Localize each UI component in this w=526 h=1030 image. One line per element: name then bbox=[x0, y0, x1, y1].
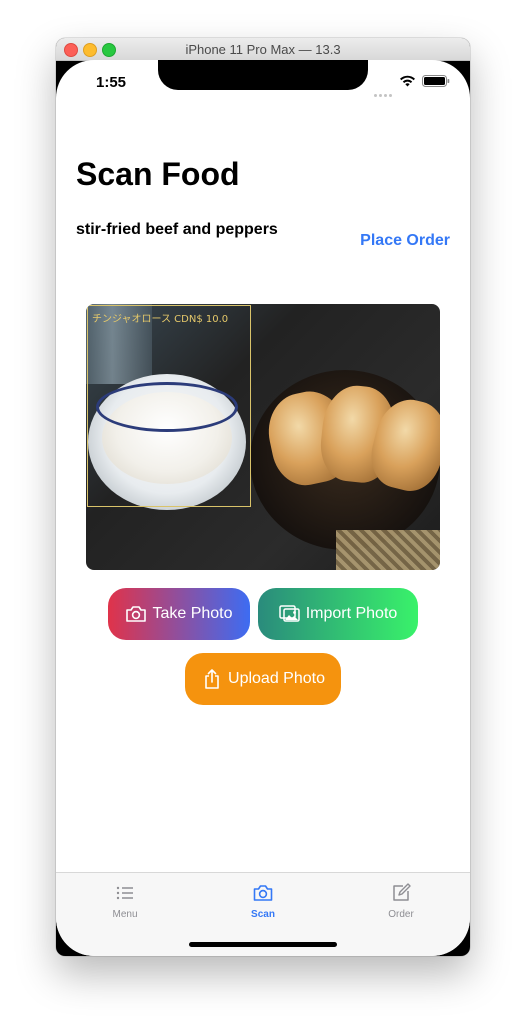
compose-icon bbox=[393, 883, 411, 901]
tab-menu-label: Menu bbox=[112, 909, 138, 920]
tab-order[interactable]: Order bbox=[332, 873, 470, 933]
detection-label: チンジャオロース CDN$ 10.0 bbox=[92, 314, 229, 325]
food-name-label: stir-fried beef and peppers bbox=[76, 221, 278, 238]
page-title: Scan Food bbox=[76, 156, 240, 192]
battery-icon bbox=[422, 75, 450, 87]
tab-order-label: Order bbox=[388, 909, 414, 920]
upload-photo-label: Upload Photo bbox=[228, 670, 325, 687]
share-upload-icon bbox=[205, 669, 219, 689]
status-time: 1:55 bbox=[96, 74, 127, 91]
import-photo-label: Import Photo bbox=[305, 605, 398, 622]
camera-icon bbox=[253, 885, 273, 901]
phone-screen: 1:55 Scan Food stir-fried beef and peppe… bbox=[56, 60, 470, 956]
wifi-icon bbox=[400, 75, 415, 87]
notch bbox=[158, 60, 368, 90]
window-title: iPhone 11 Pro Max — 13.3 bbox=[185, 42, 341, 57]
take-photo-button[interactable]: Take Photo bbox=[108, 588, 250, 640]
home-indicator[interactable] bbox=[189, 942, 337, 947]
take-photo-label: Take Photo bbox=[152, 605, 233, 622]
food-photo: チンジャオロース CDN$ 10.0 bbox=[86, 304, 440, 570]
tab-scan[interactable]: Scan bbox=[194, 873, 332, 933]
window-titlebar: iPhone 11 Pro Max — 13.3 bbox=[56, 38, 470, 61]
tab-scan-label: Scan bbox=[251, 909, 275, 920]
photos-icon bbox=[278, 605, 300, 622]
camera-icon bbox=[126, 606, 147, 622]
detection-box: チンジャオロース CDN$ 10.0 bbox=[87, 305, 251, 507]
list-icon bbox=[116, 886, 133, 900]
cellular-signal-icon bbox=[374, 84, 396, 97]
woven-mat bbox=[336, 530, 440, 570]
place-order-button[interactable]: Place Order bbox=[360, 232, 450, 250]
upload-photo-button[interactable]: Upload Photo bbox=[185, 653, 341, 705]
import-photo-button[interactable]: Import Photo bbox=[258, 588, 418, 640]
tab-menu[interactable]: Menu bbox=[56, 873, 194, 933]
simulator-window: iPhone 11 Pro Max — 13.3 1:55 Scan Food … bbox=[56, 38, 470, 956]
